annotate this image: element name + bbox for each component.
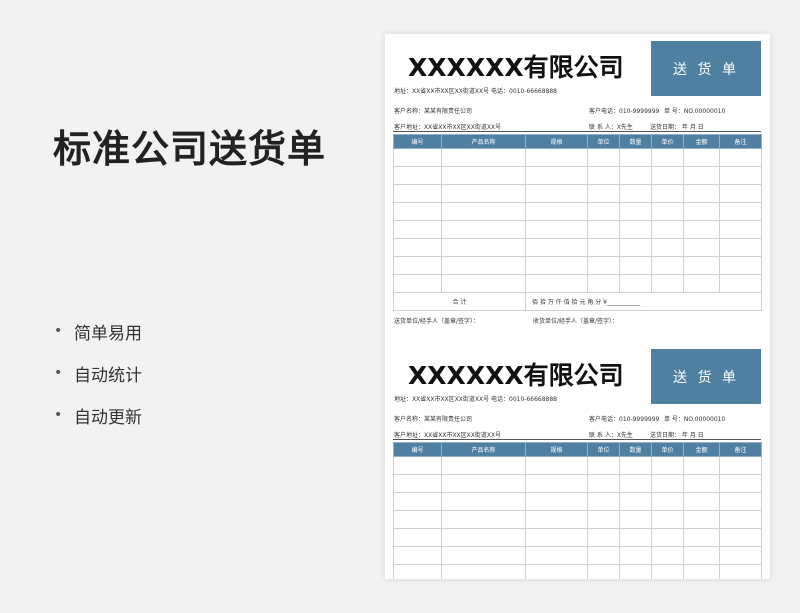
column-header: 编号: [393, 134, 442, 149]
feature-label: 自动更新: [74, 407, 142, 428]
table-row: [393, 238, 762, 257]
column-header: 规格: [525, 442, 588, 457]
contact-person: 联 系 人：X先生: [589, 432, 633, 439]
column-header: 数量: [619, 134, 652, 149]
column-header: 产品名称: [441, 442, 526, 457]
column-header: 金额: [683, 442, 720, 457]
bullet-icon: •: [54, 407, 63, 423]
total-label: 合 计: [393, 292, 526, 311]
table-row: [393, 148, 762, 167]
total-amount-text: 佰 拾 万 仟 佰 拾 元 角 分 ¥___________: [525, 292, 762, 311]
bullet-icon: •: [54, 323, 63, 339]
table-row: [393, 528, 762, 547]
feature-label: 自动统计: [74, 365, 142, 386]
table-row: [393, 492, 762, 511]
customer-name: 客户名称：某某有限责任公司: [394, 108, 473, 115]
company-address: 地址：XX省XX市XX区XX街道XX号 电话：0010-66668888: [394, 88, 557, 95]
table-row: [393, 220, 762, 239]
company-name: XXXXXX有限公司: [408, 53, 624, 82]
table-row: [393, 456, 762, 475]
table-row: [393, 202, 762, 221]
customer-address: 客户地址：XX省XX市XX区XX街道XX号: [394, 432, 502, 439]
table-total-row: 合 计 佰 拾 万 仟 佰 拾 元 角 分 ¥___________: [393, 292, 762, 311]
customer-phone: 客户电话：010-9999999: [589, 108, 660, 115]
feature-item: • 自动统计: [54, 352, 142, 394]
delivery-date: 送货日期： 年 月 日: [650, 124, 704, 131]
feature-list: • 简单易用 • 自动统计 • 自动更新: [54, 310, 142, 436]
divider: [393, 131, 761, 132]
column-header: 金额: [683, 134, 720, 149]
doc-number: 单 号：NO.00000010: [664, 416, 726, 423]
doc-type-badge: 送 货 单: [651, 41, 761, 96]
column-header: 数量: [619, 442, 652, 457]
table-row: [393, 184, 762, 203]
doc-number: 单 号：NO.00000010: [664, 108, 726, 115]
table-row: [393, 564, 762, 579]
contact-person: 联 系 人：X先生: [589, 124, 633, 131]
table-row: [393, 256, 762, 275]
items-table: 编号 产品名称 规格 单位 数量 单价 金额 备注: [393, 442, 762, 579]
column-header: 单位: [587, 442, 620, 457]
column-header: 单价: [651, 442, 684, 457]
table-row: [393, 474, 762, 493]
table-row: [393, 510, 762, 529]
delivery-date: 送货日期： 年 月 日: [650, 432, 704, 439]
table-row: [393, 274, 762, 293]
page-title: 标准公司送货单: [53, 127, 327, 171]
items-table: 编号 产品名称 规格 单位 数量 单价 金额 备注: [393, 134, 762, 311]
column-header: 编号: [393, 442, 442, 457]
customer-address: 客户地址：XX省XX市XX区XX街道XX号: [394, 124, 502, 131]
customer-name: 客户名称：某某有限责任公司: [394, 416, 473, 423]
column-header: 单位: [587, 134, 620, 149]
feature-item: • 自动更新: [54, 394, 142, 436]
table-row: [393, 166, 762, 185]
bullet-icon: •: [54, 365, 63, 381]
document-preview: XXXXXX有限公司 送 货 单 地址：XX省XX市XX区XX街道XX号 电话：…: [385, 34, 770, 579]
divider: [393, 439, 761, 440]
table-header-row: 编号 产品名称 规格 单位 数量 单价 金额 备注: [393, 442, 762, 457]
column-header: 备注: [719, 442, 762, 457]
table-row: [393, 546, 762, 565]
customer-phone: 客户电话：010-9999999: [589, 416, 660, 423]
column-header: 单价: [651, 134, 684, 149]
doc-type-badge: 送 货 单: [651, 349, 761, 404]
column-header: 规格: [525, 134, 588, 149]
company-address: 地址：XX省XX市XX区XX街道XX号 电话：0010-66668888: [394, 396, 557, 403]
table-header-row: 编号 产品名称 规格 单位 数量 单价 金额 备注: [393, 134, 762, 149]
feature-item: • 简单易用: [54, 310, 142, 352]
receiver-signature: 收货单位/经手人（盖章/签字）：: [533, 318, 619, 325]
column-header: 产品名称: [441, 134, 526, 149]
feature-label: 简单易用: [74, 323, 142, 344]
company-name: XXXXXX有限公司: [408, 361, 624, 390]
sender-signature: 送货单位/经手人（盖章/签字）：: [394, 318, 480, 325]
column-header: 备注: [719, 134, 762, 149]
